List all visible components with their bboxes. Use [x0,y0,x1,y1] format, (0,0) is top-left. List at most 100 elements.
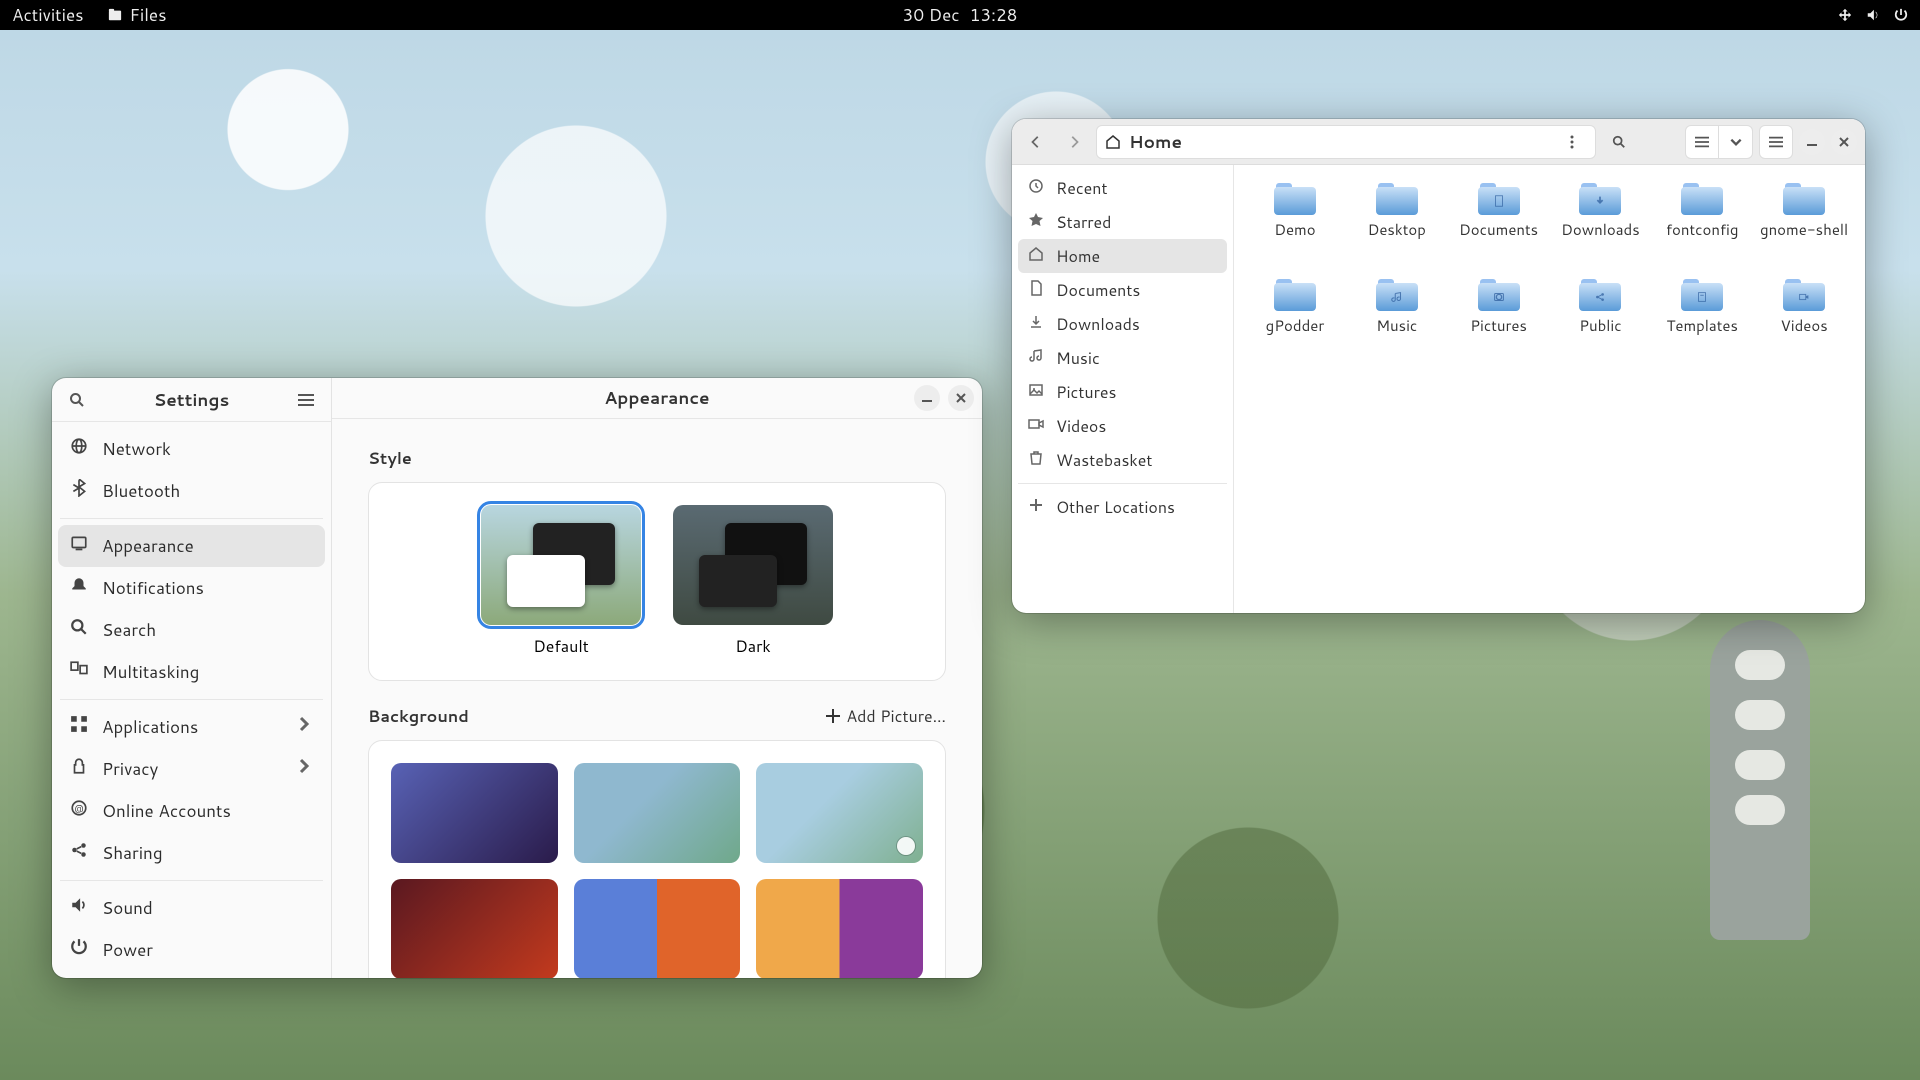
folder-item[interactable]: Music [1346,277,1448,365]
style-option-dark[interactable]: Dark [673,505,833,658]
clock[interactable]: 30 Dec 13:28 [903,3,1018,27]
system-tray[interactable] [1838,8,1908,22]
folder-item[interactable]: Documents [1448,181,1550,269]
places-item-home[interactable]: Home [1018,239,1227,273]
background-option-0[interactable] [391,763,558,863]
folder-icon [1478,277,1520,311]
files-minimize-button[interactable] [1799,129,1825,155]
nav-forward-button[interactable] [1058,126,1090,158]
sidebar-item-network[interactable]: Network [58,428,325,470]
background-option-4[interactable] [574,879,741,978]
sidebar-item-bluetooth[interactable]: Bluetooth [58,470,325,512]
places-item-other[interactable]: Other Locations [1018,490,1227,524]
background-option-5[interactable] [756,879,923,978]
pictures-icon [1028,381,1044,404]
background-card [368,740,946,978]
activities-button[interactable]: Activities [12,3,84,27]
places-item-label: Other Locations [1056,496,1175,519]
files-search-button[interactable] [1602,125,1636,159]
sidebar-item-power[interactable]: Power [58,929,325,971]
folder-item[interactable]: Demo [1244,181,1346,269]
settings-sidebar-title: Settings [92,388,291,412]
app-menu[interactable]: Files [108,3,167,27]
folder-item[interactable]: gnome-shell [1753,181,1855,269]
places-item-pictures[interactable]: Pictures [1018,375,1227,409]
close-icon [1839,137,1849,147]
settings-menu-button[interactable] [291,385,321,415]
folder-icon [1681,277,1723,311]
folder-item[interactable]: Public [1550,277,1652,365]
path-bar[interactable]: Home [1096,125,1596,159]
nav-back-button[interactable] [1020,126,1052,158]
places-item-label: Videos [1056,415,1106,438]
sidebar-item-privacy[interactable]: Privacy [58,748,325,790]
sidebar-item-notifications[interactable]: Notifications [58,567,325,609]
folder-icon [1783,181,1825,215]
view-list-button[interactable] [1685,125,1719,159]
other-icon [1028,496,1044,519]
files-close-button[interactable] [1831,129,1857,155]
background-option-3[interactable] [391,879,558,978]
places-item-label: Documents [1056,279,1140,302]
places-item-documents[interactable]: Documents [1018,273,1227,307]
sidebar-item-appearance[interactable]: Appearance [58,525,325,567]
style-card: Default Dark [368,482,946,681]
folder-label: gnome-shell [1760,219,1848,240]
folder-item[interactable]: Pictures [1448,277,1550,365]
places-item-starred[interactable]: Starred [1018,205,1227,239]
folder-item[interactable]: Videos [1753,277,1855,365]
music-icon [1028,347,1044,370]
sidebar-item-sharing[interactable]: Sharing [58,832,325,874]
sidebar-item-search[interactable]: Search [58,609,325,651]
places-item-label: Wastebasket [1056,449,1152,472]
sidebar-item-label: Multitasking [102,660,199,684]
view-dropdown-button[interactable] [1719,125,1753,159]
folder-item[interactable]: Templates [1651,277,1753,365]
folder-label: Downloads [1561,219,1640,240]
folder-icon [1783,277,1825,311]
places-item-music[interactable]: Music [1018,341,1227,375]
add-picture-button[interactable]: Add Picture… [826,705,946,728]
settings-search-button[interactable] [62,385,92,415]
folder-icon [1579,181,1621,215]
places-item-recent[interactable]: Recent [1018,171,1227,205]
sidebar-item-multitasking[interactable]: Multitasking [58,651,325,693]
background-option-2[interactable] [756,763,923,863]
downloads-icon [1028,313,1044,336]
sidebar-item-label: Notifications [102,576,204,600]
files-headerbar: Home [1012,119,1865,165]
sidebar-item-applications[interactable]: Applications [58,706,325,748]
path-menu-button[interactable] [1557,127,1587,157]
folder-label: Pictures [1470,315,1527,336]
sidebar-item-sound[interactable]: Sound [58,887,325,929]
style-option-default[interactable]: Default [481,505,641,658]
settings-window: Settings Network Bluetooth Appearance Notif… [52,378,982,978]
sidebar-item-label: Sound [102,896,153,920]
places-item-label: Pictures [1056,381,1116,404]
folder-icon [1681,181,1723,215]
folder-item[interactable]: gPodder [1244,277,1346,365]
sidebar-item-online[interactable]: @Online Accounts [58,790,325,832]
close-button[interactable] [948,385,974,411]
files-menu-button[interactable] [1759,125,1793,159]
folder-item[interactable]: Downloads [1550,181,1652,269]
trash-icon [1028,449,1044,472]
wallpaper-tower [1710,620,1810,940]
sidebar-item-label: Network [102,437,171,461]
places-item-trash[interactable]: Wastebasket [1018,443,1227,477]
files-sidebar: RecentStarredHome Documents Downloads Music… [1012,165,1234,613]
minimize-button[interactable] [914,385,940,411]
folder-label: Music [1376,315,1417,336]
sidebar-item-label: Sharing [102,841,163,865]
folder-icon [1376,181,1418,215]
chevron-right-icon [295,757,313,781]
places-item-label: Downloads [1056,313,1140,336]
multitasking-icon [70,660,88,684]
background-option-1[interactable] [574,763,741,863]
folder-item[interactable]: fontconfig [1651,181,1753,269]
places-item-videos[interactable]: Videos [1018,409,1227,443]
folder-item[interactable]: Desktop [1346,181,1448,269]
places-item-downloads[interactable]: Downloads [1018,307,1227,341]
top-panel: Activities Files 30 Dec 13:28 [0,0,1920,30]
power-icon [1894,8,1908,22]
